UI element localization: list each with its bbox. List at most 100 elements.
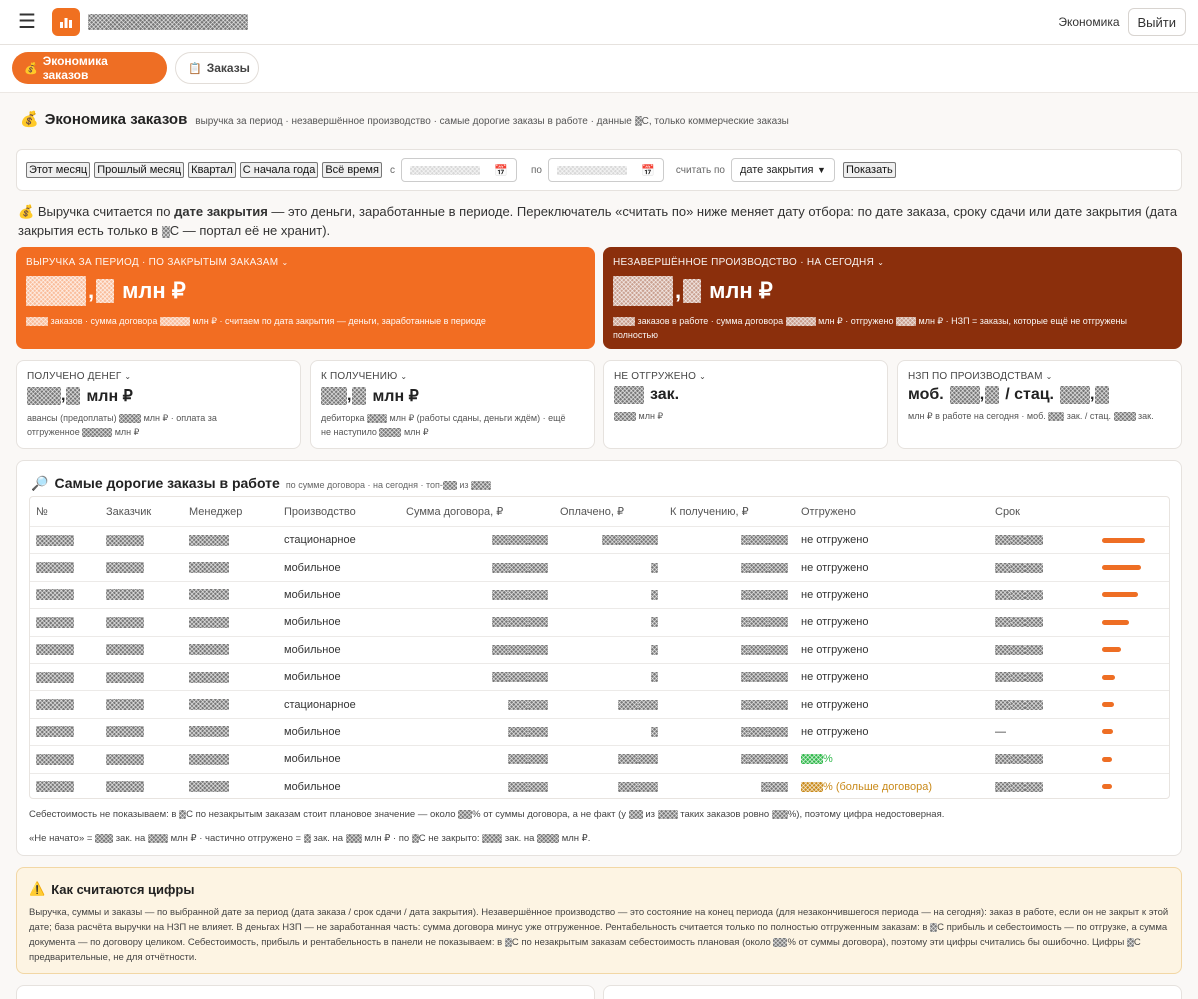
receivable-detail: не наступило bbox=[321, 427, 380, 437]
table-row[interactable]: мобильное не отгружено bbox=[30, 554, 1169, 582]
logout-button[interactable]: Выйти bbox=[1127, 8, 1186, 36]
shipped-percent: % (больше договора) bbox=[823, 780, 932, 793]
note-text: Выручка считается по bbox=[37, 204, 175, 219]
foot-text: зак. на bbox=[313, 833, 346, 844]
order-number[interactable] bbox=[36, 582, 74, 608]
receivable-card[interactable]: К ПОЛУЧЕНИЮ ⌄ , млн ₽ дебиторка млн ₽ (ра… bbox=[310, 360, 595, 449]
not-shipped-card[interactable]: НЕ ОТГРУЖЕНО ⌄ зак. млн ₽ bbox=[603, 360, 888, 449]
table-row[interactable]: стационарное не отгружено bbox=[30, 691, 1169, 719]
redacted bbox=[528, 589, 548, 600]
wip-by-production-card[interactable]: НЗП ПО ПРОИЗВОДСТВАМ ⌄ моб., / стац., млн… bbox=[897, 360, 1182, 449]
col-number[interactable]: № bbox=[36, 497, 48, 526]
table-row[interactable]: мобильное не отгружено bbox=[30, 609, 1169, 637]
redacted bbox=[482, 833, 503, 843]
calendar-icon[interactable]: 📅 bbox=[641, 164, 655, 177]
money-bag-icon: 💰 bbox=[24, 62, 38, 75]
wip-card[interactable]: НЕЗАВЕРШЁННОЕ ПРОИЗВОДСТВО · НА СЕГОДНЯ … bbox=[603, 247, 1182, 349]
redacted bbox=[27, 387, 61, 405]
shipped: не отгружено bbox=[801, 554, 868, 580]
redacted bbox=[651, 644, 658, 655]
economy-link[interactable]: Экономика bbox=[1058, 15, 1119, 29]
table-row[interactable]: стационарное не отгружено bbox=[30, 527, 1169, 555]
revenue-card[interactable]: ВЫРУЧКА ЗА ПЕРИОД · ПО ЗАКРЫТЫМ ЗАКАЗАМ … bbox=[16, 247, 595, 349]
table-row[interactable]: мобильное не отгружено bbox=[30, 582, 1169, 610]
receivable bbox=[700, 691, 788, 717]
tab-orders[interactable]: 📋 Заказы bbox=[175, 52, 259, 84]
redacted bbox=[741, 699, 748, 710]
all-time-button[interactable]: Всё время bbox=[322, 162, 382, 178]
page-subtitle: выручка за период · незавершённое произв… bbox=[195, 116, 789, 127]
received-card[interactable]: ПОЛУЧЕНО ДЕНЕГ ⌄ , млн ₽ авансы (предопла… bbox=[16, 360, 301, 449]
table-row[interactable]: мобильное не отгружено — bbox=[30, 719, 1169, 747]
redacted bbox=[748, 535, 768, 546]
note-bold: дате закрытия bbox=[174, 204, 268, 219]
order-number[interactable] bbox=[36, 746, 74, 772]
redacted bbox=[106, 781, 144, 793]
col-paid[interactable]: Оплачено, ₽ bbox=[560, 497, 624, 526]
tab-economy[interactable]: 💰 Экономика заказов bbox=[12, 52, 167, 84]
order-number[interactable] bbox=[36, 774, 74, 798]
redacted bbox=[768, 672, 788, 683]
receivable-value: , млн ₽ bbox=[321, 386, 584, 406]
calendar-icon[interactable]: 📅 bbox=[494, 164, 508, 177]
order-number[interactable] bbox=[36, 691, 74, 717]
this-month-button[interactable]: Этот месяц bbox=[26, 162, 91, 178]
redacted bbox=[147, 833, 168, 843]
deadline bbox=[995, 691, 1043, 717]
progress-bar bbox=[1102, 691, 1114, 717]
page-subtitle-part: выручка за период · незавершённое произв… bbox=[195, 116, 635, 127]
order-number[interactable] bbox=[36, 719, 74, 745]
note-text: С — портал её не хранит). bbox=[169, 223, 331, 238]
progress-bar-fill bbox=[1102, 647, 1121, 653]
paid bbox=[570, 774, 658, 798]
redacted bbox=[634, 116, 642, 127]
progress-bar-fill bbox=[1102, 592, 1138, 598]
col-contract-sum[interactable]: Сумма договора, ₽ bbox=[406, 497, 503, 526]
col-deadline[interactable]: Срок bbox=[995, 497, 1020, 526]
table-row[interactable]: мобильное не отгружено bbox=[30, 637, 1169, 664]
quarter-button[interactable]: Квартал bbox=[188, 162, 236, 178]
redacted bbox=[537, 833, 560, 843]
menu-icon[interactable]: ☰ bbox=[18, 12, 38, 32]
redacted bbox=[471, 481, 492, 491]
redacted bbox=[345, 833, 362, 843]
redacted bbox=[618, 754, 638, 765]
receivable bbox=[700, 527, 788, 553]
date-to-field[interactable]: 📅 bbox=[547, 158, 664, 182]
order-number[interactable] bbox=[36, 609, 74, 635]
table-row[interactable]: мобильное % bbox=[30, 746, 1169, 774]
top-orders-subtitle: по сумме договора · на сегодня · топ- из bbox=[286, 480, 492, 491]
col-receivable[interactable]: К получению, ₽ bbox=[670, 497, 749, 526]
redacted bbox=[741, 672, 748, 683]
col-shipped[interactable]: Отгружено bbox=[801, 497, 856, 526]
count-by-select[interactable]: дате закрытия ▼ bbox=[730, 158, 835, 182]
col-customer[interactable]: Заказчик bbox=[106, 497, 151, 526]
redacted bbox=[528, 535, 548, 546]
col-production[interactable]: Производство bbox=[284, 497, 356, 526]
redacted bbox=[768, 699, 788, 710]
table-row[interactable]: мобильное % (больше договора) bbox=[30, 774, 1169, 798]
redacted bbox=[36, 699, 74, 711]
table-row[interactable]: мобильное не отгружено bbox=[30, 664, 1169, 692]
app-logo-icon[interactable] bbox=[52, 8, 80, 36]
redacted bbox=[741, 589, 748, 600]
contract-sum bbox=[460, 719, 548, 745]
deadline bbox=[995, 746, 1043, 772]
col-manager[interactable]: Менеджер bbox=[189, 497, 242, 526]
wip-prod-label: НЗП ПО ПРОИЗВОДСТВАМ bbox=[908, 371, 1043, 382]
redacted bbox=[895, 317, 916, 327]
year-to-date-button[interactable]: С начала года bbox=[239, 162, 319, 178]
order-number[interactable] bbox=[36, 637, 74, 663]
order-number[interactable] bbox=[36, 664, 74, 690]
last-month-button[interactable]: Прошлый месяц bbox=[94, 162, 185, 178]
shipped: не отгружено bbox=[801, 527, 868, 553]
received-detail: отгруженное bbox=[27, 427, 83, 437]
date-from-field[interactable]: 📅 bbox=[400, 158, 517, 182]
how-title: Как считаются цифры bbox=[51, 881, 195, 897]
order-number[interactable] bbox=[36, 527, 74, 553]
redacted bbox=[36, 753, 74, 765]
order-number[interactable] bbox=[36, 554, 74, 580]
show-button[interactable]: Показать bbox=[842, 162, 896, 178]
shipped-status: не отгружено bbox=[801, 725, 869, 738]
period-filter: Этот месяц Прошлый месяц Квартал С начал… bbox=[16, 149, 1182, 191]
